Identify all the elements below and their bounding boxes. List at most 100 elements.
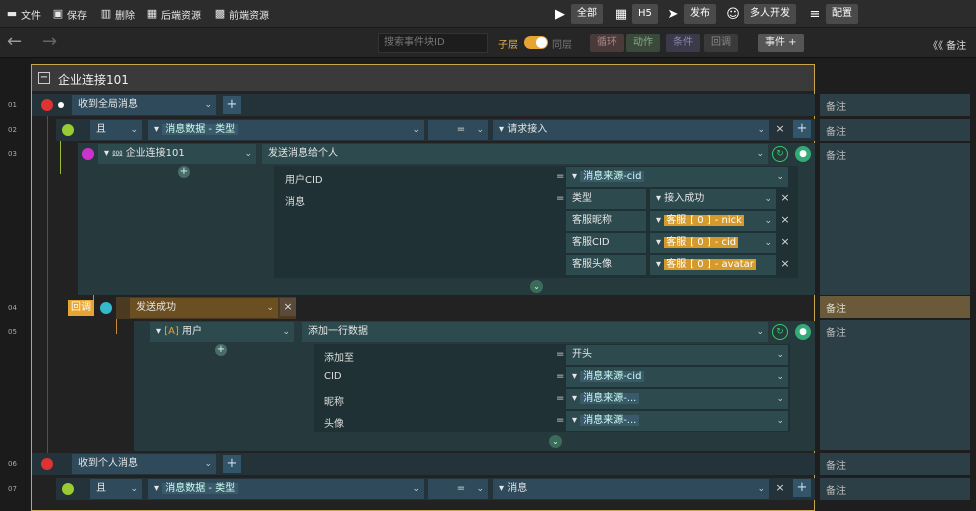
callback-event-dropdown[interactable]: 发送成功 ⌄ — [130, 298, 278, 318]
map-value-dropdown[interactable]: ▾ 客服[ 0 ] - avatar — [650, 255, 776, 275]
search-input[interactable]: 搜索事件块ID — [378, 33, 488, 53]
collapse-icon[interactable]: − — [38, 72, 50, 84]
trash-icon: ▥ — [100, 7, 112, 20]
map-key[interactable]: 客服CID — [566, 233, 646, 253]
chevron-down-icon: ⌄ — [756, 327, 764, 337]
back-arrow-icon[interactable]: ← — [7, 32, 22, 52]
target-dropdown[interactable]: ▾ [A] 用户 ⌄ — [150, 322, 294, 342]
run-all-button[interactable]: ▶ 全部 — [549, 3, 603, 25]
close-icon[interactable]: × — [772, 120, 788, 138]
operator-dropdown[interactable]: = ⌄ — [428, 120, 488, 140]
close-icon[interactable]: × — [772, 479, 788, 497]
map-key[interactable]: 客服头像 — [566, 255, 646, 275]
callback-dot-icon[interactable] — [100, 302, 112, 314]
note-cell[interactable]: 备注 — [820, 296, 970, 318]
forward-arrow-icon[interactable]: → — [42, 32, 57, 52]
map-key[interactable]: 客服昵称 — [566, 211, 646, 231]
param-value-dropdown[interactable]: ▾ 消息来源-cid ⌄ — [566, 367, 788, 387]
action-dropdown[interactable]: 添加一行数据 ⌄ — [302, 322, 768, 342]
condition-dot-icon[interactable] — [62, 124, 74, 136]
map-key[interactable]: 类型 — [566, 189, 646, 209]
add-event-button[interactable]: 事件 + — [758, 34, 804, 52]
field-dropdown[interactable]: ▾ 消息数据 - 类型 ⌄ — [148, 479, 424, 499]
event-dropdown[interactable]: 收到个人消息 ⌄ — [72, 454, 216, 474]
close-icon[interactable]: × — [777, 255, 793, 273]
add-circle-icon[interactable]: + — [178, 166, 190, 178]
close-icon[interactable]: × — [777, 211, 793, 229]
target-dropdown[interactable]: ▾ ⅏ 企业连接101 ⌄ — [98, 144, 256, 164]
param-value-dropdown[interactable]: ▾ 消息来源-... ⌄ — [566, 389, 788, 409]
chevron-down-icon: ⌄ — [204, 100, 212, 110]
config-button[interactable]: ≡ 配置 — [804, 3, 858, 25]
bullet-icon — [58, 102, 64, 108]
backend-resources-button[interactable]: ▦ 后端资源 — [146, 6, 201, 22]
notes-toggle[interactable]: 《《 备注 — [928, 37, 966, 52]
file-menu[interactable]: ▬ 文件 — [6, 6, 41, 22]
add-circle-icon[interactable]: + — [215, 344, 227, 356]
param-label: 昵称 — [324, 397, 344, 408]
add-button[interactable]: + — [223, 96, 241, 114]
collapse-chevron-icon[interactable]: ⌄ — [530, 280, 543, 293]
note-cell[interactable]: 备注 — [820, 143, 970, 295]
line-number: 03 — [8, 150, 17, 158]
param-value-dropdown[interactable]: ▾ 消息来源-cid ⌄ — [566, 167, 788, 187]
param-value: 开头 — [572, 349, 592, 360]
publish-button[interactable]: ➤ 发布 — [662, 3, 716, 25]
save-button[interactable]: ▣ 保存 — [52, 6, 87, 22]
chevron-down-icon: ⌄ — [776, 416, 784, 426]
param-label: 添加至 — [324, 353, 354, 364]
expand-icon[interactable]: ● — [795, 324, 811, 340]
condition-chip[interactable]: 条件 — [666, 34, 700, 52]
add-button[interactable]: + — [223, 455, 241, 473]
close-icon[interactable]: × — [280, 298, 296, 316]
event-dot-icon[interactable] — [41, 99, 53, 111]
param-label: CID — [324, 371, 342, 382]
sublayer-label: 子层 — [498, 40, 518, 51]
map-value-dropdown[interactable]: ▾ 客服[ 0 ] - nick ⌄ — [650, 211, 776, 231]
users-icon: ☺ — [726, 6, 740, 22]
delete-button[interactable]: ▥ 删除 — [100, 6, 135, 22]
note-cell[interactable]: 备注 — [820, 320, 970, 450]
add-button[interactable]: + — [793, 479, 811, 497]
frontend-resources-button[interactable]: ▩ 前端资源 — [214, 6, 269, 22]
param-value-dropdown[interactable]: ▾ 消息来源-... ⌄ — [566, 411, 788, 431]
logic-dropdown[interactable]: 且 ⌄ — [90, 479, 142, 499]
map-key-label: 客服头像 — [572, 259, 612, 270]
field-dropdown[interactable]: ▾ 消息数据 - 类型 ⌄ — [148, 120, 424, 140]
event-dropdown[interactable]: 收到全局消息 ⌄ — [72, 95, 216, 115]
action-dropdown[interactable]: 发送消息给个人 ⌄ — [262, 144, 768, 164]
action-dot-icon[interactable] — [82, 148, 94, 160]
condition-dot-icon[interactable] — [62, 483, 74, 495]
action-label: 发送消息给个人 — [268, 148, 338, 159]
collapse-chevron-icon[interactable]: ⌄ — [549, 435, 562, 448]
value-dropdown[interactable]: ▾ 消息 ⌄ — [493, 479, 769, 499]
loop-chip[interactable]: 循环 — [590, 34, 624, 52]
h5-button[interactable]: ▦ H5 — [610, 3, 658, 25]
layer-toggle[interactable] — [524, 36, 548, 49]
param-value-dropdown[interactable]: 开头 ⌄ — [566, 345, 788, 365]
map-value-dropdown[interactable]: ▾ 客服[ 0 ] - cid ⌄ — [650, 233, 776, 253]
action-chip[interactable]: 动作 — [626, 34, 660, 52]
add-button[interactable]: + — [793, 120, 811, 138]
note-cell[interactable]: 备注 — [820, 453, 970, 475]
multi-dev-button[interactable]: ☺ 多人开发 — [722, 3, 796, 25]
refresh-icon[interactable]: ↻ — [772, 324, 788, 340]
param-label: 头像 — [324, 419, 344, 430]
callback-chip[interactable]: 回调 — [704, 34, 738, 52]
note-cell[interactable]: 备注 — [820, 119, 970, 141]
logic-dropdown[interactable]: 且 ⌄ — [90, 120, 142, 140]
param-value: 消息来源-cid — [580, 371, 645, 382]
close-icon[interactable]: × — [777, 189, 793, 207]
line-number: 05 — [8, 328, 17, 336]
operator-dropdown[interactable]: = ⌄ — [428, 479, 488, 499]
note-cell[interactable]: 备注 — [820, 94, 970, 116]
value-dropdown[interactable]: ▾ 请求接入 ⌄ — [493, 120, 769, 140]
event-dot-icon[interactable] — [41, 458, 53, 470]
map-value-dropdown[interactable]: ▾ 接入成功 ⌄ — [650, 189, 776, 209]
chevron-down-icon: ⌄ — [757, 125, 765, 135]
close-icon[interactable]: × — [777, 233, 793, 251]
expand-icon[interactable]: ● — [795, 146, 811, 162]
refresh-icon[interactable]: ↻ — [772, 146, 788, 162]
note-cell[interactable]: 备注 — [820, 478, 970, 500]
multi-dev-label: 多人开发 — [744, 4, 796, 24]
